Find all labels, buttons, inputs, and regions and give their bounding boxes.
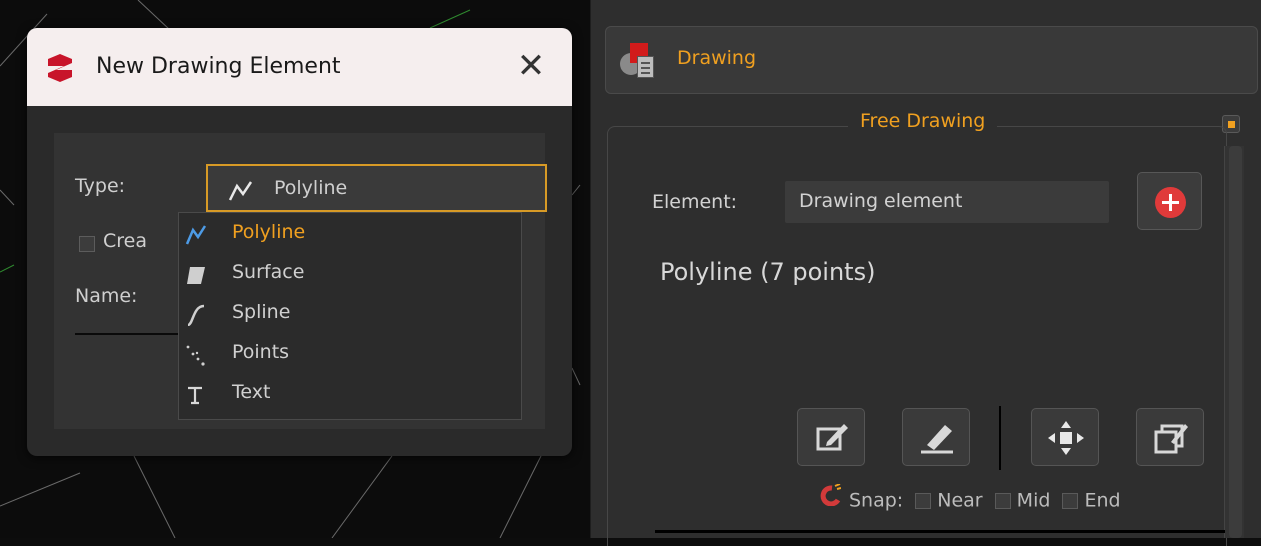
dialog-title: New Drawing Element — [96, 54, 341, 79]
magnet-icon — [820, 484, 841, 506]
panel-title: Drawing — [677, 47, 757, 69]
type-label: Type: — [75, 175, 126, 197]
plus-icon — [1155, 187, 1186, 218]
dropdown-item-polyline[interactable]: Polyline — [179, 215, 521, 255]
add-element-button[interactable] — [1137, 172, 1202, 230]
dropdown-item-label: Surface — [232, 261, 305, 283]
type-dropdown: Polyline Surface Spline Points Text — [178, 212, 522, 420]
snap-end-label: End — [1084, 489, 1121, 512]
snap-mid-label: Mid — [1016, 489, 1051, 512]
polyline-icon — [185, 225, 207, 245]
surface-icon — [187, 267, 205, 284]
snap-near-label: Near — [937, 489, 983, 512]
app-logo-icon — [48, 54, 72, 82]
section-title: Free Drawing — [848, 110, 998, 132]
create-checkbox[interactable] — [79, 236, 95, 252]
element-field[interactable]: Drawing element — [785, 181, 1109, 223]
dropdown-item-label: Points — [232, 341, 290, 363]
snap-label: Snap: — [849, 489, 904, 512]
dropdown-item-label: Spline — [232, 301, 291, 323]
move-button[interactable] — [1031, 408, 1099, 466]
toolbar-separator — [999, 406, 1001, 470]
element-summary: Polyline (7 points) — [660, 258, 876, 286]
bottom-divider — [655, 530, 1225, 533]
duplicate-button[interactable] — [1136, 408, 1204, 466]
spline-icon — [187, 304, 205, 326]
element-label: Element: — [652, 191, 738, 213]
edit-icon — [816, 424, 848, 451]
close-button[interactable]: ✕ — [507, 44, 555, 88]
drawing-icon — [620, 43, 658, 79]
snap-near-checkbox[interactable] — [915, 492, 932, 509]
create-label: Crea — [103, 230, 147, 252]
type-select[interactable]: Polyline — [206, 164, 547, 212]
snap-options: Snap: Near Mid End — [819, 484, 1121, 512]
name-label: Name: — [75, 285, 138, 307]
dropdown-item-spline[interactable]: Spline — [179, 295, 521, 335]
polyline-icon — [228, 181, 253, 201]
eraser-icon — [921, 425, 953, 454]
eraser-button[interactable] — [902, 408, 970, 466]
duplicate-icon — [1154, 424, 1188, 454]
drawing-panel: Drawing Free Drawing Element: Drawing el… — [590, 0, 1261, 546]
dropdown-item-surface[interactable]: Surface — [179, 255, 521, 295]
dialog-titlebar[interactable]: New Drawing Element ✕ — [27, 28, 572, 106]
move-icon — [1048, 421, 1084, 455]
panel-scrollbar[interactable] — [1224, 146, 1244, 538]
type-select-value: Polyline — [274, 177, 348, 199]
points-icon — [186, 345, 205, 366]
dropdown-item-label: Text — [232, 381, 271, 403]
snap-end-checkbox[interactable] — [1062, 492, 1079, 509]
dropdown-item-points[interactable]: Points — [179, 335, 521, 375]
text-icon — [188, 386, 202, 405]
dropdown-item-text[interactable]: Text — [179, 375, 521, 415]
edit-button[interactable] — [797, 408, 865, 466]
dropdown-item-label: Polyline — [232, 221, 306, 243]
panel-header[interactable]: Drawing — [605, 26, 1258, 94]
snap-mid-checkbox[interactable] — [994, 492, 1011, 509]
